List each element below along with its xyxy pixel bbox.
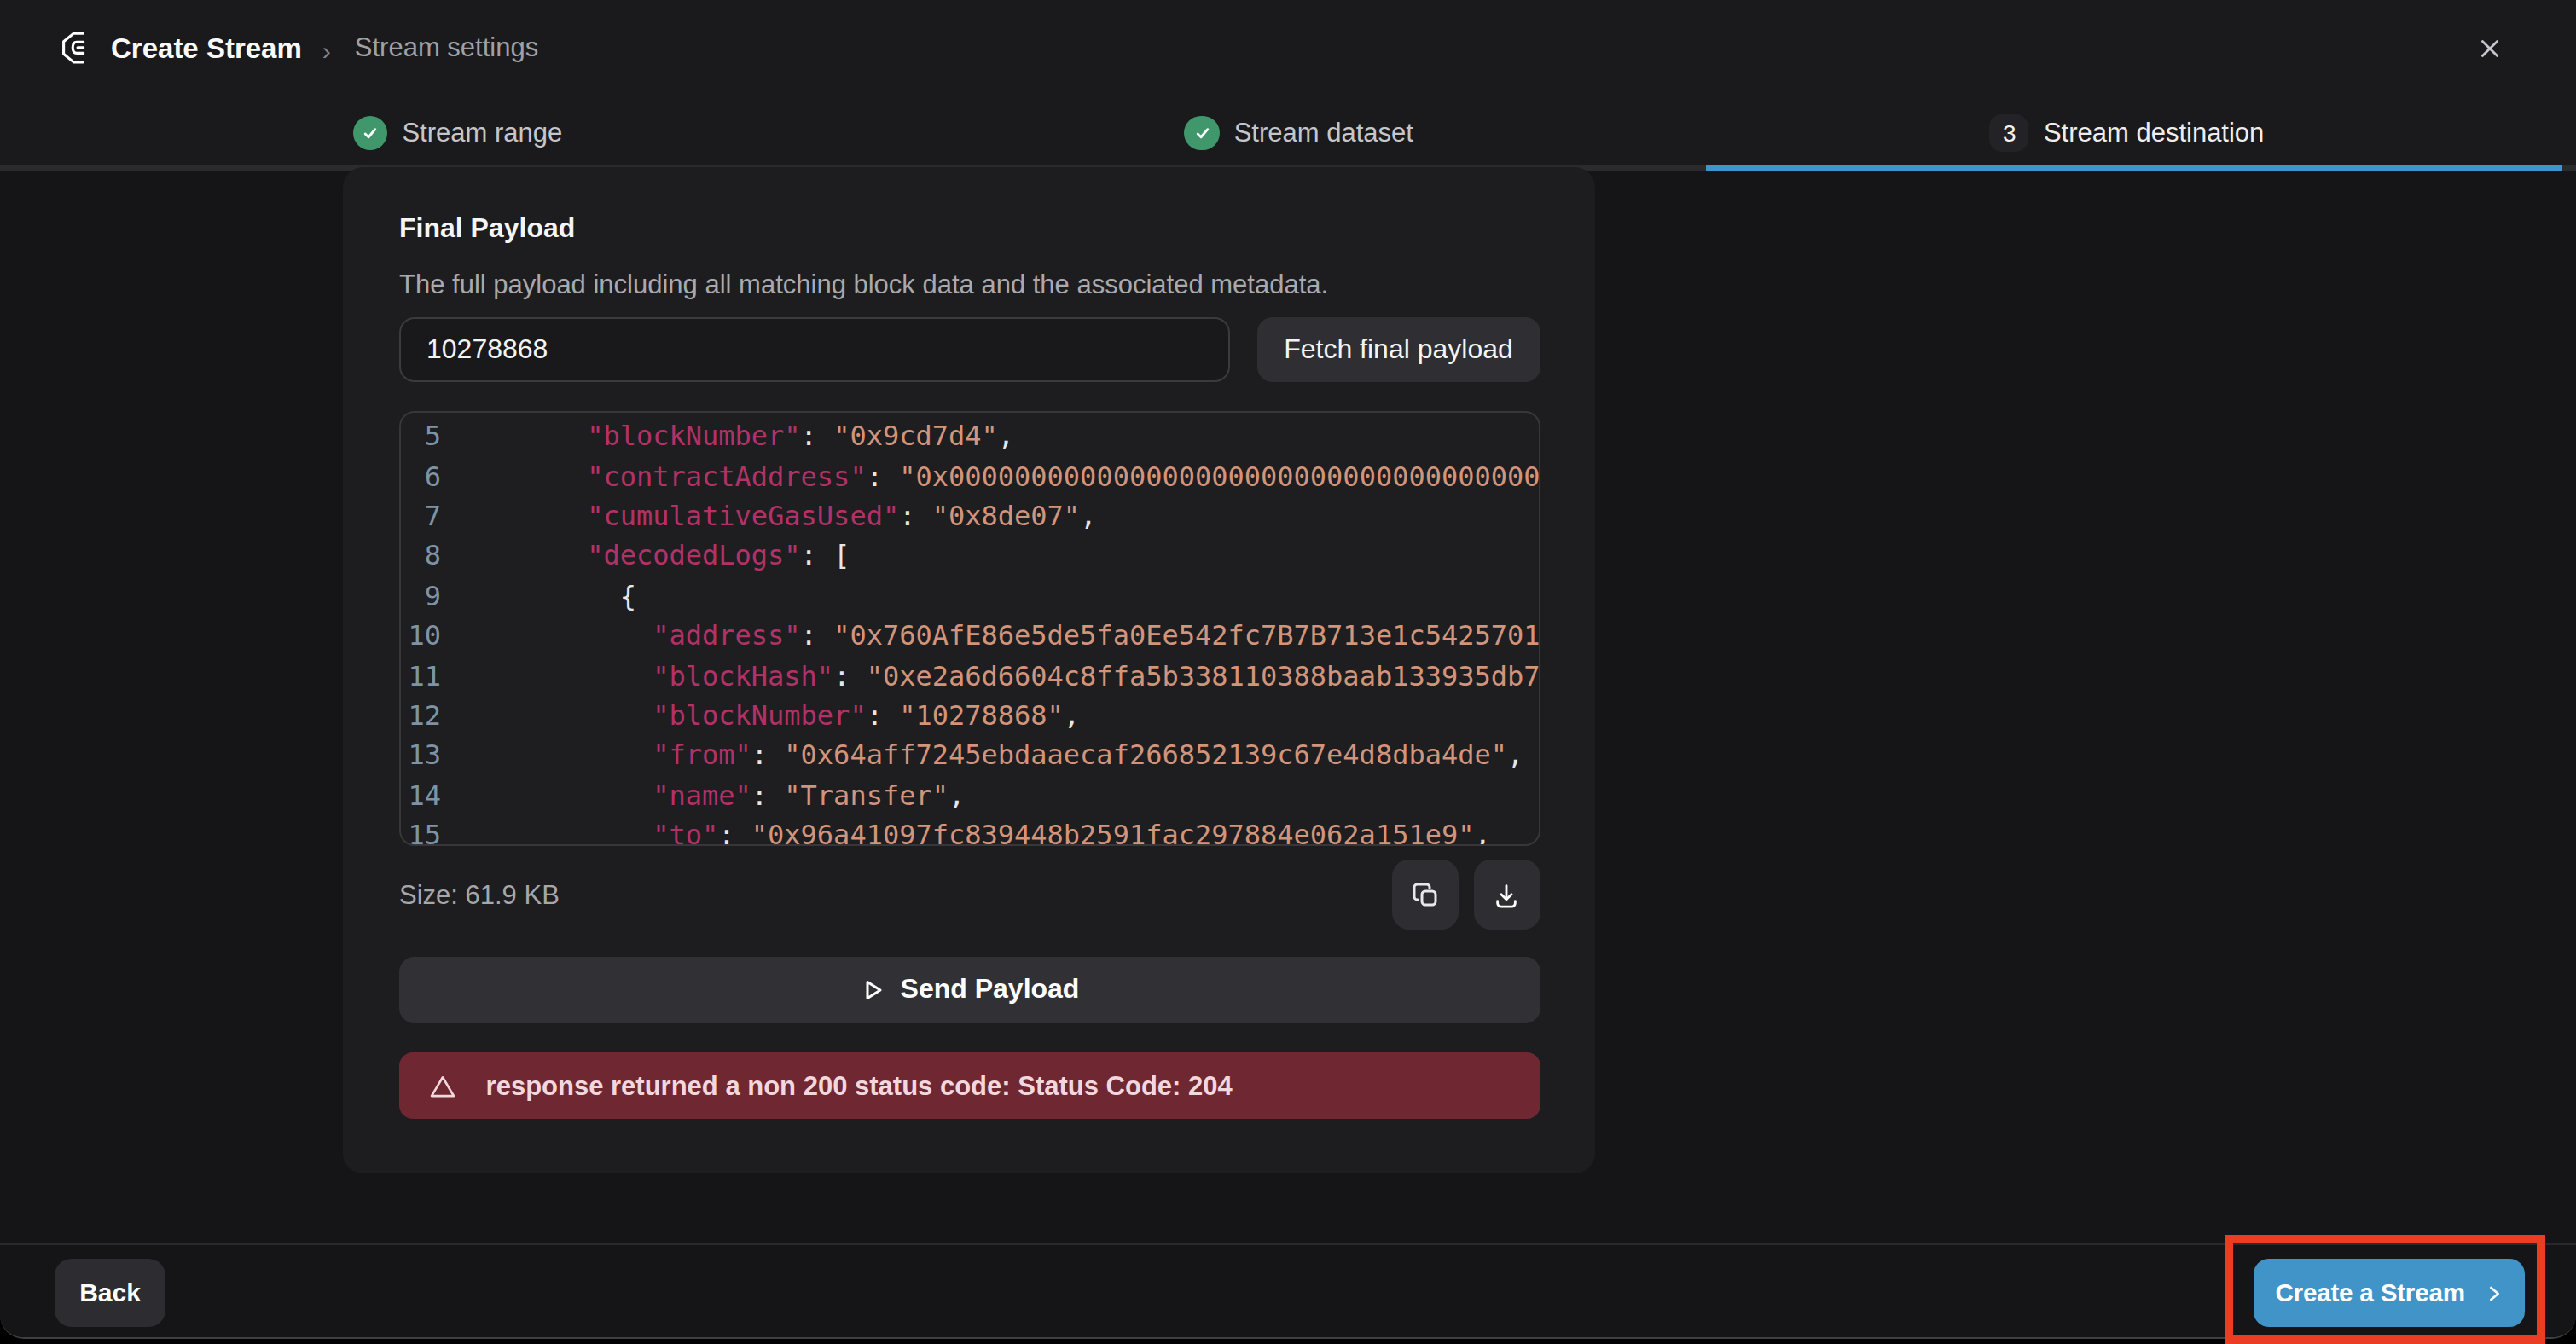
- fetch-row: Fetch final payload: [399, 317, 1540, 382]
- code-line: 5 "blockNumber": "0x9cd7d4",: [401, 417, 1538, 457]
- code-line: 11 "blockHash": "0xe2a6d6604c8ffa5b33811…: [401, 656, 1538, 696]
- code-line: 12 "blockNumber": "10278868",: [401, 696, 1538, 736]
- play-icon: [860, 977, 885, 1003]
- code-line: 9 {: [401, 576, 1538, 617]
- fetch-final-payload-button[interactable]: Fetch final payload: [1257, 317, 1540, 382]
- step-indicator: Stream range Stream dataset 3 Stream des…: [0, 96, 2576, 171]
- page-title: Create Stream: [111, 32, 302, 64]
- step-number-badge: 3: [1990, 114, 2029, 153]
- create-stream-window: Create Stream › Stream settings Stream r…: [0, 0, 2576, 1339]
- send-payload-label: Send Payload: [901, 975, 1080, 1005]
- download-payload-button[interactable]: [1473, 860, 1540, 930]
- back-button[interactable]: Back: [55, 1258, 165, 1328]
- step-stream-dataset[interactable]: Stream dataset: [869, 96, 1728, 171]
- step-label: Stream dataset: [1234, 118, 1413, 148]
- check-icon: [352, 116, 387, 151]
- panel-title: Final Payload: [399, 210, 1540, 247]
- final-payload-panel: Final Payload The full payload including…: [343, 167, 1595, 1173]
- payload-code-viewer[interactable]: 5 "blockNumber": "0x9cd7d4",6 "contractA…: [399, 412, 1540, 846]
- step-label: Stream range: [402, 118, 562, 148]
- check-icon: [1185, 116, 1220, 151]
- streams-logo-icon: [58, 29, 96, 67]
- close-button[interactable]: [2474, 32, 2504, 63]
- breadcrumb-current: Stream settings: [355, 32, 538, 63]
- step-stream-range[interactable]: Stream range: [28, 96, 887, 171]
- copy-payload-button[interactable]: [1392, 860, 1459, 930]
- screen: Create Stream › Stream settings Stream r…: [0, 0, 2576, 1344]
- code-line: 7 "cumulativeGasUsed": "0x8de07",: [401, 496, 1538, 536]
- active-step-underline: [1706, 165, 2562, 171]
- footer: Back Create a Stream: [0, 1243, 2576, 1337]
- annotation-highlight-rectangle: [2225, 1234, 2545, 1343]
- code-line: 15 "to": "0x96a41097fc839448b2591fac2978…: [401, 815, 1538, 846]
- header: Create Stream › Stream settings: [0, 0, 2576, 96]
- copy-icon: [1411, 880, 1440, 909]
- step-label: Stream destination: [2044, 118, 2265, 148]
- error-banner: response returned a non 200 status code:…: [399, 1052, 1540, 1119]
- code-line: 6 "contractAddress": "0x0000000000000000…: [401, 456, 1538, 496]
- breadcrumb-separator-icon: ›: [322, 35, 331, 64]
- code-line: 13 "from": "0x64aff7245ebdaaecaf26685213…: [401, 736, 1538, 776]
- download-icon: [1493, 881, 1520, 908]
- block-number-input[interactable]: [399, 317, 1229, 382]
- panel-description: The full payload including all matching …: [399, 266, 1540, 304]
- payload-size-label: Size: 61.9 KB: [399, 879, 560, 910]
- code-line: 14 "name": "Transfer",: [401, 776, 1538, 816]
- step-stream-destination[interactable]: 3 Stream destination: [1697, 96, 2556, 171]
- size-row: Size: 61.9 KB: [399, 860, 1540, 930]
- send-payload-button[interactable]: Send Payload: [399, 958, 1540, 1023]
- code-lines: 5 "blockNumber": "0x9cd7d4",6 "contractA…: [401, 417, 1538, 846]
- close-icon: [2474, 33, 2503, 62]
- error-message: response returned a non 200 status code:…: [486, 1070, 1233, 1101]
- warning-icon: [428, 1072, 457, 1099]
- code-line: 8 "decodedLogs": [: [401, 536, 1538, 576]
- code-line: 10 "address": "0x760AfE86e5de5fa0Ee542fc…: [401, 617, 1538, 657]
